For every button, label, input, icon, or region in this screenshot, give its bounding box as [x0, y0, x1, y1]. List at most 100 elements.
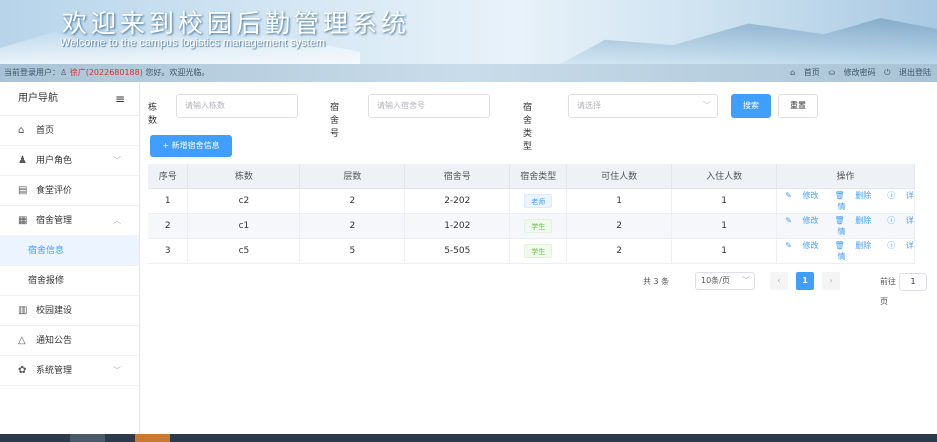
sidebar-item-notice[interactable]: △ 通知公告	[0, 326, 139, 356]
trash-icon: 🗑	[834, 215, 845, 225]
page-number-current[interactable]: 1	[796, 272, 814, 290]
cell-building: c5	[187, 238, 301, 264]
cell-no: 3	[148, 238, 189, 264]
table-row: 1 c2 2 2-202 老师 1 1 ✎ 修改 🗑 删除 ⓘ 详情	[148, 188, 915, 214]
edit-button[interactable]: ✎ 修改	[781, 241, 822, 250]
sidebar-item-label: 校园建设	[36, 306, 73, 316]
chevron-down-icon: ﹀	[113, 366, 121, 375]
page-unit: 页	[880, 297, 888, 306]
taskbar	[0, 434, 937, 442]
edit-button[interactable]: ✎ 修改	[781, 191, 822, 200]
table-row: 3 c5 5 5-505 学生 2 1 ✎ 修改 🗑 删除 ⓘ 详情	[148, 238, 915, 264]
room-input[interactable]: 请输入宿舍号	[368, 94, 490, 118]
delete-button[interactable]: 🗑 删除	[831, 216, 876, 225]
sidebar-item-label: 通知公告	[36, 336, 73, 346]
cell-floor: 2	[299, 213, 406, 239]
menu-toggle-icon[interactable]: ≡	[115, 82, 125, 116]
next-page-button[interactable]: ›	[822, 272, 840, 290]
edit-icon: ✎	[785, 190, 792, 200]
page-size-select[interactable]: 10条/页 ﹀	[695, 272, 755, 290]
prev-page-button[interactable]: ‹	[770, 272, 788, 290]
main-content: 栋数 请输入栋数 宿舍号 请输入宿舍号 宿舍类型 请选择 ﹀ 搜索 重置 + 新…	[140, 82, 937, 434]
cell-capacity: 2	[566, 213, 673, 239]
edit-label: 修改	[802, 190, 819, 200]
cell-room: 2-202	[404, 188, 511, 214]
taskbar-item[interactable]	[70, 434, 105, 442]
building-input[interactable]: 请输入栋数	[176, 94, 298, 118]
sidebar-item-dorm-repair[interactable]: 宿舍报修	[0, 266, 139, 296]
sidebar-item-campus-construction[interactable]: ▥ 校园建设	[0, 296, 139, 326]
sidebar-item-home[interactable]: ⌂ 首页	[0, 116, 139, 146]
cell-room: 1-202	[404, 213, 511, 239]
cell-building: c1	[187, 213, 301, 239]
sidebar-item-label: 宿舍报修	[28, 276, 65, 286]
delete-button[interactable]: 🗑 删除	[831, 241, 876, 250]
type-select[interactable]: 请选择 ﹀	[568, 94, 718, 118]
type-label: 宿舍类型	[523, 103, 533, 152]
cell-occupied: 1	[671, 188, 778, 214]
user-icon: ♟	[18, 155, 27, 166]
col-header: 序号	[148, 164, 189, 189]
info-icon: ⓘ	[887, 240, 896, 250]
info-icon: ⓘ	[887, 190, 896, 200]
cell-type: 老师	[509, 188, 568, 214]
chevron-down-icon: ﹀	[703, 101, 711, 110]
building-label: 栋数	[148, 103, 158, 126]
cell-ops: ✎ 修改 🗑 删除 ⓘ 详情	[776, 238, 915, 264]
document-icon: ▤	[18, 185, 28, 196]
add-dorm-button[interactable]: + 新增宿舍信息	[150, 135, 232, 157]
cell-occupied: 1	[671, 238, 778, 264]
bell-icon: △	[18, 335, 26, 346]
home-link-label: 首页	[803, 68, 820, 77]
type-tag: 学生	[524, 243, 553, 258]
sidebar-title: 用户导航	[18, 93, 58, 104]
cell-occupied: 1	[671, 213, 778, 239]
change-password-label: 修改密码	[843, 68, 876, 77]
greeting-text: 您好。欢迎光临。	[145, 68, 210, 77]
col-header: 操作	[776, 164, 915, 189]
sidebar-item-user-role[interactable]: ♟ 用户角色 ﹀	[0, 146, 139, 176]
sidebar-item-label: 用户角色	[36, 156, 73, 166]
edit-button[interactable]: ✎ 修改	[781, 216, 822, 225]
building-icon: ▦	[18, 215, 28, 226]
cell-type: 学生	[509, 213, 568, 239]
col-header: 栋数	[187, 164, 301, 189]
page-size-value: 10条/页	[701, 276, 730, 285]
reset-button[interactable]: 重置	[778, 94, 818, 118]
goto-page-input[interactable]: 1	[899, 273, 927, 291]
table-header-row: 序号 栋数 层数 宿舍号 宿舍类型 可住人数 入住人数 操作	[148, 164, 915, 189]
edit-icon: ✎	[785, 215, 792, 225]
change-password-link[interactable]: ⛀ 修改密码	[828, 68, 875, 77]
delete-button[interactable]: 🗑 删除	[831, 191, 876, 200]
goto-page: 前往 1 页	[880, 272, 937, 312]
trash-icon: 🗑	[834, 190, 845, 200]
cell-ops: ✎ 修改 🗑 删除 ⓘ 详情	[776, 213, 915, 239]
chevron-up-icon: ︿	[113, 216, 121, 225]
search-button[interactable]: 搜索	[731, 94, 771, 118]
campus-icon: ▥	[18, 305, 28, 316]
sidebar-item-system[interactable]: ✿ 系统管理 ﹀	[0, 356, 139, 386]
total-count: 共 3 条	[643, 277, 670, 286]
sidebar-item-dorm-management[interactable]: ▦ 宿舍管理 ︿	[0, 206, 139, 236]
delete-label: 删除	[855, 240, 872, 250]
logout-link[interactable]: ⏻ 退出登陆	[884, 68, 931, 77]
sidebar-item-label: 首页	[36, 126, 55, 136]
room-label: 宿舍号	[330, 103, 340, 139]
sidebar: 用户导航 ≡ ⌂ 首页 ♟ 用户角色 ﹀ ▤ 食堂评价 ▦ 宿舍管理 ︿ 宿舍信息 宿舍…	[0, 82, 140, 434]
sidebar-item-canteen[interactable]: ▤ 食堂评价	[0, 176, 139, 206]
home-icon: ⌂	[18, 125, 25, 136]
current-user: 徐广(2022680188)	[69, 68, 143, 77]
taskbar-item[interactable]	[135, 434, 170, 442]
home-link[interactable]: ⌂ 首页	[790, 68, 820, 77]
cell-no: 1	[148, 188, 189, 214]
sidebar-item-dorm-info[interactable]: 宿舍信息	[0, 236, 139, 266]
chevron-down-icon: ﹀	[113, 156, 121, 165]
user-icon: ♙	[60, 68, 70, 77]
goto-label: 前往	[880, 277, 896, 286]
col-header: 宿舍号	[404, 164, 511, 189]
logout-label: 退出登陆	[899, 68, 931, 77]
table-row: 2 c1 2 1-202 学生 2 1 ✎ 修改 🗑 删除 ⓘ 详情	[148, 213, 915, 239]
cell-ops: ✎ 修改 🗑 删除 ⓘ 详情	[776, 188, 915, 214]
col-header: 宿舍类型	[509, 164, 568, 189]
login-prefix: 当前登录用户：	[4, 68, 60, 77]
